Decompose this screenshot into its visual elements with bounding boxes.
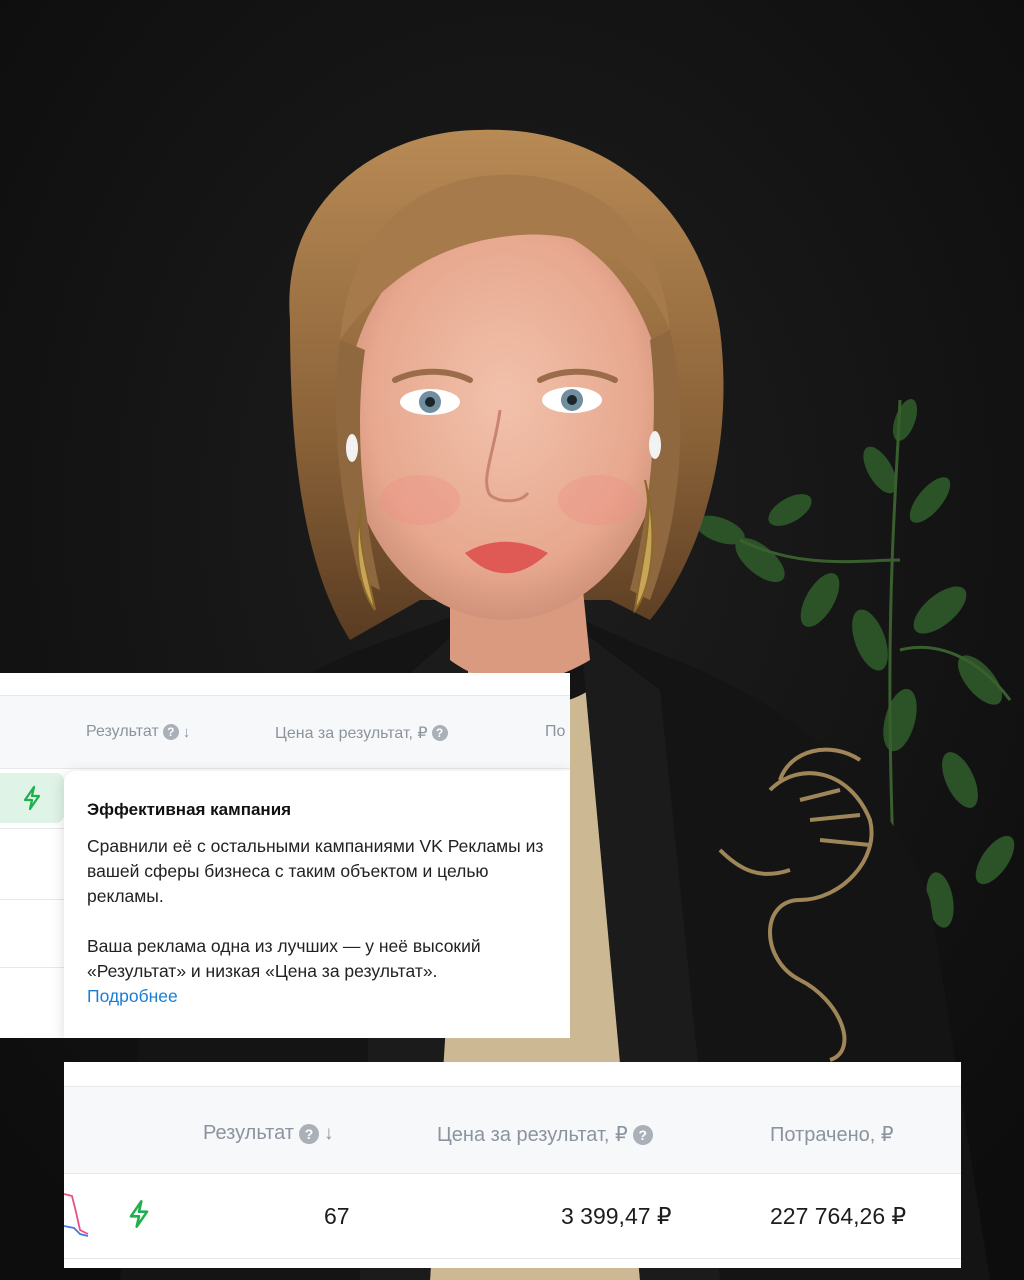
sort-down-arrow-icon[interactable]: ↓ bbox=[183, 724, 191, 741]
question-circle-icon[interactable]: ? bbox=[298, 1123, 319, 1144]
row-divider bbox=[64, 1258, 961, 1259]
tooltip-paragraph-2: Ваша реклама одна из лучших — у неё высо… bbox=[87, 936, 481, 981]
lightning-bolt-icon[interactable] bbox=[126, 1199, 152, 1229]
question-circle-icon[interactable]: ? bbox=[162, 724, 179, 740]
question-circle-icon[interactable]: ? bbox=[431, 725, 448, 741]
column-header-cut-label: По bbox=[545, 723, 566, 740]
efficient-campaign-badge[interactable] bbox=[0, 773, 64, 823]
efficient-campaign-tooltip: Эффективная кампания Сравнили её с остал… bbox=[64, 771, 570, 1038]
column-header-cut[interactable]: По bbox=[545, 723, 565, 741]
column-header-result[interactable]: Результат ? ↓ bbox=[86, 723, 190, 741]
sparkline-chart bbox=[64, 1193, 89, 1237]
tooltip-paragraph-1: Сравнили её с остальными кампаниями VK Р… bbox=[87, 836, 544, 906]
column-header-price-label: Цена за результат, ₽ bbox=[437, 1124, 628, 1146]
lightning-bolt-icon bbox=[23, 785, 41, 811]
row-divider bbox=[0, 899, 64, 900]
tooltip-title: Эффективная кампания bbox=[87, 800, 292, 819]
row-divider bbox=[0, 828, 64, 829]
row-divider bbox=[0, 967, 64, 968]
column-header-price-label: Цена за результат, ₽ bbox=[275, 725, 428, 742]
column-header-price-per-result[interactable]: Цена за результат, ₽ ? bbox=[275, 723, 448, 743]
column-header-result-label: Результат bbox=[203, 1122, 294, 1144]
cell-price-per-result: 3 399,47 ₽ bbox=[561, 1203, 672, 1229]
learn-more-link[interactable]: Подробнее bbox=[87, 984, 547, 1009]
table-screenshot-top: Результат ? ↓ Цена за результат, ₽ ? По … bbox=[0, 673, 570, 1038]
cell-result: 67 bbox=[324, 1203, 350, 1229]
table-screenshot-bottom: Результат ? ↓ Цена за результат, ₽ ? Пот… bbox=[64, 1062, 961, 1268]
question-circle-icon[interactable]: ? bbox=[632, 1124, 653, 1145]
sort-down-arrow-icon[interactable]: ↓ bbox=[324, 1123, 334, 1145]
tooltip-body: Сравнили её с остальными кампаниями VK Р… bbox=[87, 834, 547, 1009]
column-header-result-label: Результат bbox=[86, 723, 159, 740]
column-header-spent[interactable]: Потрачено, ₽ bbox=[770, 1122, 894, 1147]
cell-spent: 227 764,26 ₽ bbox=[770, 1203, 907, 1229]
column-header-spent-label: Потрачено, ₽ bbox=[770, 1124, 894, 1146]
column-header-price-per-result[interactable]: Цена за результат, ₽ ? bbox=[437, 1122, 653, 1147]
column-header-result[interactable]: Результат ? ↓ bbox=[203, 1122, 333, 1145]
